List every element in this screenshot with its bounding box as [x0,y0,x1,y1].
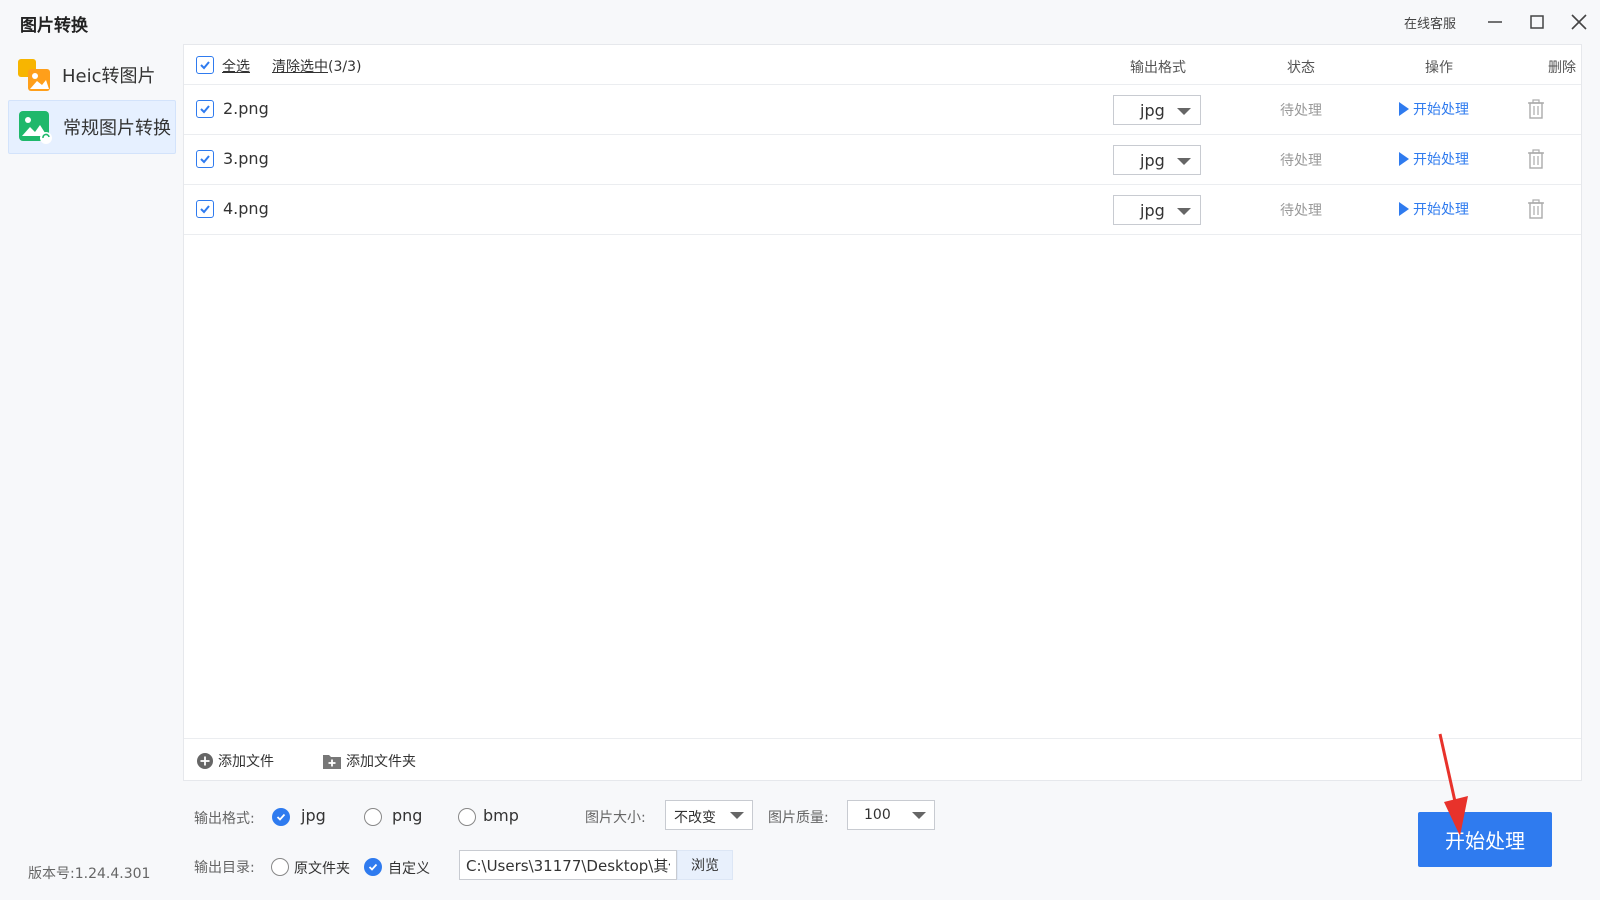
sidebar: Heic转图片 常规图片转换 版本号:1.24.4.301 [0,44,180,900]
sidebar-item-image-convert[interactable]: 常规图片转换 [8,100,176,154]
row-start-label: 开始处理 [1413,102,1469,118]
column-header-format: 输出格式 [1130,60,1186,76]
format-radio-jpg-label[interactable]: jpg [301,806,326,825]
format-radio-bmp[interactable] [458,808,476,826]
select-all-checkbox[interactable] [196,56,214,74]
sidebar-item-heic[interactable]: Heic转图片 [8,52,176,98]
sidebar-item-label: 常规图片转换 [63,118,171,139]
clear-selection-text: 清除选中 [272,59,328,75]
dir-radio-original[interactable] [271,858,289,876]
row-status: 待处理 [1280,203,1322,219]
online-support-link[interactable]: 在线客服 [1404,13,1456,32]
row-format-select[interactable]: jpg [1113,95,1201,125]
row-format-select[interactable]: jpg [1113,195,1201,225]
annotation-arrow-icon [1438,733,1468,836]
image-size-select[interactable]: 不改变 [665,800,753,830]
table-row: 4.png jpg 待处理 开始处理 [184,185,1581,235]
image-quality-select[interactable]: 100 [847,800,935,830]
play-icon [1399,152,1409,166]
file-name: 4.png [223,199,269,218]
check-icon [368,863,378,871]
format-radio-bmp-label[interactable]: bmp [483,806,519,825]
add-folder-button[interactable]: 添加文件夹 [322,751,416,771]
row-format-value: jpg [1140,101,1165,120]
image-size-label: 图片大小: [585,810,646,826]
add-file-label: 添加文件 [218,754,274,770]
chevron-down-icon [730,812,744,819]
check-icon [276,813,286,821]
dir-radio-original-label[interactable]: 原文件夹 [294,858,350,878]
image-size-value: 不改变 [674,810,716,826]
row-start-button[interactable]: 开始处理 [1399,149,1469,169]
output-path-input[interactable] [459,850,677,880]
maximize-icon [1530,15,1544,29]
add-file-button[interactable]: 添加文件 [196,751,274,771]
play-icon [1399,202,1409,216]
plus-circle-icon [197,753,213,769]
check-icon [200,105,210,114]
trash-icon[interactable] [1527,199,1545,219]
title-bar: 图片转换 在线客服 [0,0,1600,44]
row-start-button[interactable]: 开始处理 [1399,99,1469,119]
row-format-value: jpg [1140,201,1165,220]
check-icon [200,61,210,70]
trash-icon[interactable] [1527,99,1545,119]
check-icon [200,205,210,214]
table-row: 2.png jpg 待处理 开始处理 [184,85,1581,135]
close-button[interactable] [1558,0,1600,44]
image-convert-icon [19,111,52,144]
row-start-label: 开始处理 [1413,202,1469,218]
format-radio-png[interactable] [364,808,382,826]
file-name: 2.png [223,99,269,118]
check-icon [200,155,210,164]
column-header-delete: 删除 [1548,60,1576,76]
add-folder-label: 添加文件夹 [346,754,416,770]
row-checkbox[interactable] [196,100,214,118]
column-header-status: 状态 [1287,60,1315,76]
image-quality-value: 100 [864,807,891,823]
chevron-down-icon [912,812,926,819]
dir-radio-custom-label[interactable]: 自定义 [388,858,430,878]
folder-plus-icon [323,755,341,769]
chevron-down-icon [1177,158,1191,165]
chevron-down-icon [1177,208,1191,215]
file-actions-bar: 添加文件 添加文件夹 [184,738,1581,781]
format-radio-jpg[interactable] [272,808,290,826]
file-list-panel: 全选 清除选中(3/3) 输出格式 状态 操作 删除 2.png jpg 待处理… [183,44,1582,781]
window-controls: 在线客服 [1404,0,1600,44]
row-status: 待处理 [1280,103,1322,119]
trash-icon[interactable] [1527,149,1545,169]
row-start-button[interactable]: 开始处理 [1399,199,1469,219]
row-checkbox[interactable] [196,150,214,168]
row-status: 待处理 [1280,153,1322,169]
format-radio-png-label[interactable]: png [392,806,422,825]
play-icon [1399,102,1409,116]
app-title: 图片转换 [20,16,88,36]
table-header: 全选 清除选中(3/3) 输出格式 状态 操作 删除 [184,45,1581,85]
select-all-link[interactable]: 全选 [222,56,250,76]
minimize-button[interactable] [1474,0,1516,44]
dir-radio-custom[interactable] [364,858,382,876]
row-format-value: jpg [1140,151,1165,170]
clear-selection-link[interactable]: 清除选中(3/3) [272,56,361,76]
column-header-action: 操作 [1425,60,1453,76]
output-dir-label: 输出目录: [194,860,255,876]
minimize-icon [1488,21,1502,23]
row-checkbox[interactable] [196,200,214,218]
version-label: 版本号:1.24.4.301 [28,866,151,882]
chevron-down-icon [1177,108,1191,115]
table-row: 3.png jpg 待处理 开始处理 [184,135,1581,185]
row-format-select[interactable]: jpg [1113,145,1201,175]
maximize-button[interactable] [1516,0,1558,44]
heic-image-icon [18,59,50,91]
sidebar-item-label: Heic转图片 [62,66,156,87]
image-quality-label: 图片质量: [768,810,829,826]
close-icon [1571,14,1587,30]
row-start-label: 开始处理 [1413,152,1469,168]
browse-button[interactable]: 浏览 [677,850,733,880]
selection-count: (3/3) [328,59,362,75]
file-name: 3.png [223,149,269,168]
output-format-label: 输出格式: [194,811,255,827]
